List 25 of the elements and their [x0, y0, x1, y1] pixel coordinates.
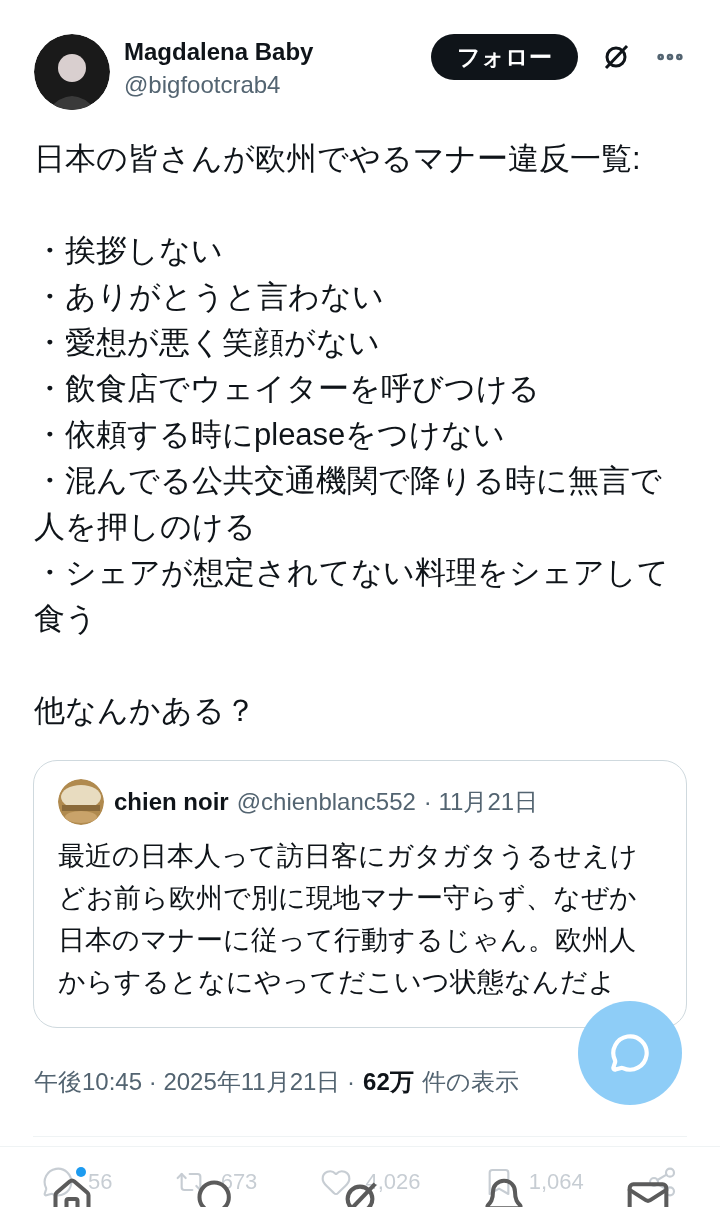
post-list-item: ・挨拶しない: [34, 232, 224, 270]
speech-bubble-icon: [610, 1033, 650, 1073]
quoted-post-date: · 11月21日: [423, 787, 539, 817]
avatar[interactable]: [34, 34, 110, 110]
post-list-item: ・シェアが想定されてない料理をシェアして食う: [34, 554, 670, 638]
post-text: 他なんかある？: [34, 692, 257, 730]
post-list-item: ・飲食店でウェイターを呼びつける: [34, 370, 541, 408]
post-list-item: ・ありがとうと言わない: [34, 278, 385, 316]
post-text: 日本の皆さんが欧州でやるマナー違反一覧:: [34, 140, 642, 178]
author-name: Magdalena Baby: [124, 37, 314, 67]
action-count: 4,026: [365, 1168, 421, 1196]
quoted-author-name: chien noir: [114, 787, 229, 817]
post-list-item: ・依頼する時にpleaseをつけない: [34, 416, 507, 454]
reply-icon[interactable]: [42, 1165, 74, 1198]
post-list-item: ・混んでる公共交通機関で降りる時に無言で人を押しのける: [34, 462, 663, 546]
follow-button[interactable]: フォロー: [431, 34, 578, 80]
post-timestamp: 午後10:45 · 2025年11月21日 ·: [34, 1067, 356, 1097]
quoted-post-text: 最近の日本人って訪日客にガタガタうるせえけどお前ら欧州で別に現地マナー守らず、なぜか日本のマナーに従って行動するじゃん。欧州人からするとなにやってだこいつ状態なんだよ: [58, 840, 639, 999]
author-handle: @bigfootcrab4: [124, 70, 282, 100]
post-list-item: ・愛想が悪く笑顔がない: [34, 324, 381, 362]
action-count: 56: [88, 1168, 113, 1196]
quoted-author-handle: @chienblanc552: [236, 787, 416, 817]
action-count: 1,064: [528, 1168, 584, 1196]
view-count-label: 件の表示: [421, 1067, 519, 1097]
view-count: 62万: [363, 1067, 414, 1097]
